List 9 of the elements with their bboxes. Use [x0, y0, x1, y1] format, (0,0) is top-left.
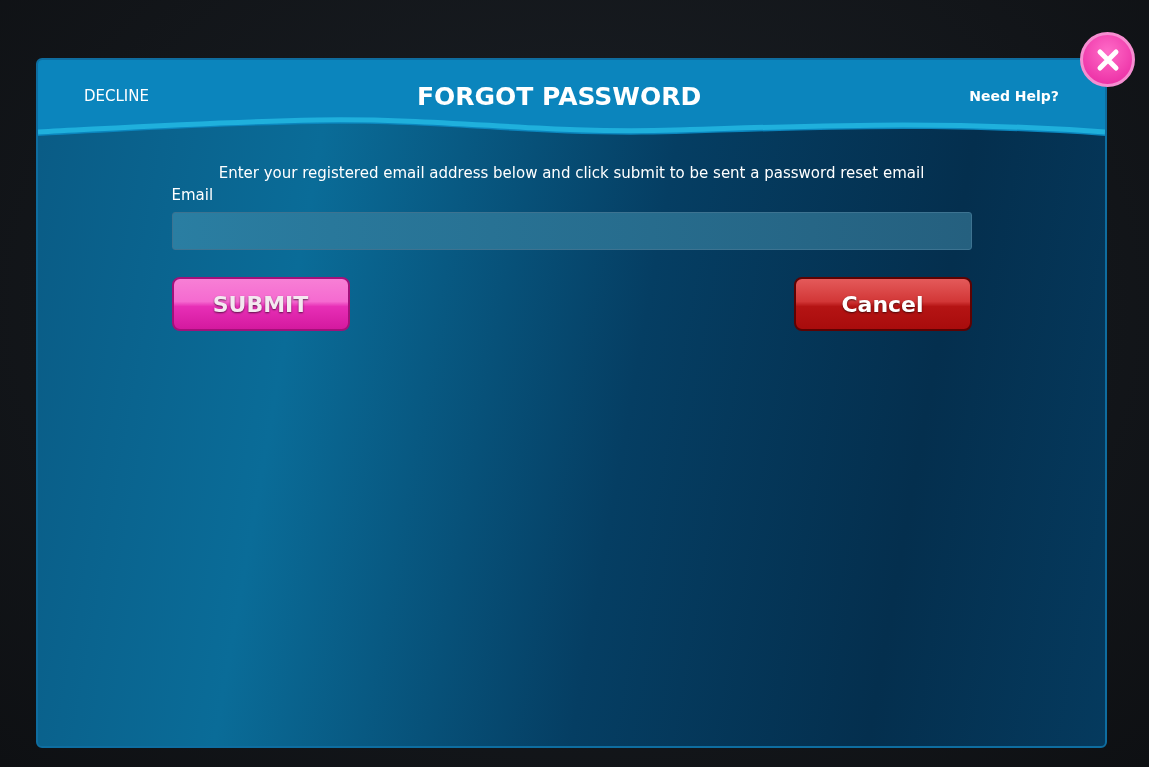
submit-button[interactable]: SUBMIT: [171, 277, 350, 331]
help-link[interactable]: Need Help?: [969, 88, 1059, 104]
dialog-title: FORGOT PASSWORD: [417, 81, 702, 111]
decline-link[interactable]: DECLINE: [84, 87, 149, 105]
close-button[interactable]: [1080, 32, 1135, 87]
cancel-button[interactable]: Cancel: [793, 277, 972, 331]
instructions-text: Enter your registered email address below and click submit to be sent a password reset email: [217, 164, 926, 182]
email-label: Email: [171, 186, 215, 204]
email-input-field[interactable]: [171, 212, 972, 250]
